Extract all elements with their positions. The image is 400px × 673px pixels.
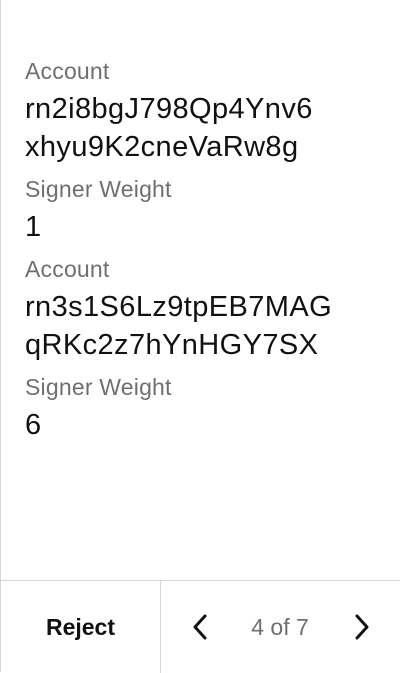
account-label: Account <box>25 58 110 84</box>
transaction-review-screen: Account rn2i8bgJ798Qp4Ynv6 xhyu9K2cneVaR… <box>0 0 400 673</box>
signer-list: Account rn2i8bgJ798Qp4Ynv6 xhyu9K2cneVaR… <box>25 56 380 444</box>
chevron-left-icon <box>193 614 207 640</box>
signer-weight-label: Signer Weight <box>25 374 172 400</box>
page-indicator: 4 of 7 <box>251 614 309 640</box>
signer-weight-label: Signer Weight <box>25 176 172 202</box>
chevron-right-icon <box>355 614 369 640</box>
signer-entry: Account rn2i8bgJ798Qp4Ynv6 xhyu9K2cneVaR… <box>25 56 380 246</box>
account-address-line: xhyu9K2cneVaRw8g <box>25 131 299 163</box>
signer-weight-value: 6 <box>25 409 42 441</box>
next-page-button[interactable] <box>346 612 376 642</box>
account-address-line: rn2i8bgJ798Qp4Ynv6 <box>25 93 313 125</box>
account-address-line: rn3s1S6Lz9tpEB7MAG <box>25 291 333 323</box>
account-address-line: qRKc2z7hYnHGY7SX <box>25 329 319 361</box>
signer-entry: Account rn3s1S6Lz9tpEB7MAG qRKc2z7hYnHGY… <box>25 254 380 444</box>
previous-page-button[interactable] <box>186 612 216 642</box>
pagination: 4 of 7 <box>162 581 400 673</box>
account-label: Account <box>25 256 110 282</box>
reject-button[interactable]: Reject <box>1 581 161 673</box>
signer-weight-value: 1 <box>25 211 42 243</box>
footer-bar: Reject 4 of 7 <box>1 580 400 673</box>
